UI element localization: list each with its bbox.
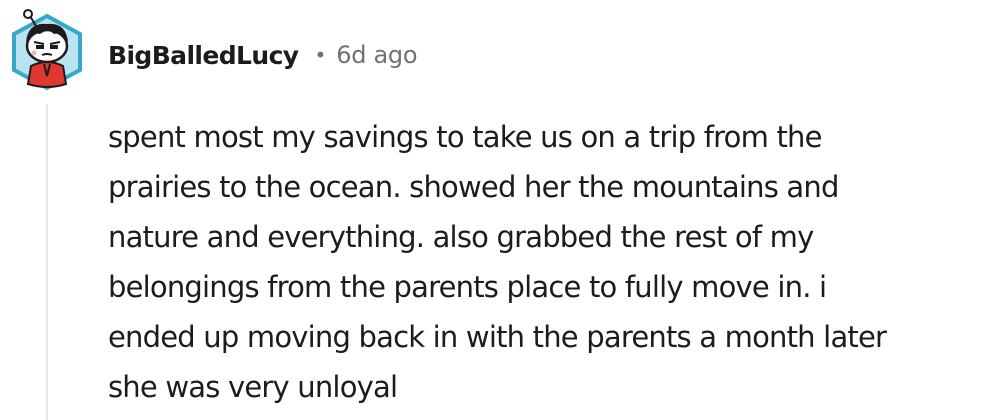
comment-body-line: nature and everything. also grabbed the … [108, 220, 814, 254]
thread-line[interactable] [46, 104, 48, 420]
timestamp-link[interactable]: 6d ago [336, 41, 417, 69]
comment-body-line: ended up moving back in with the parents… [108, 320, 887, 354]
meta-separator: • [314, 43, 327, 67]
username-link[interactable]: BigBalledLucy [108, 41, 299, 70]
comment: BigBalledLucy • 6d ago spent most my sav… [0, 0, 994, 420]
snoo-avatar-icon[interactable] [6, 8, 88, 92]
comment-body-line: spent most my savings to take us on a tr… [108, 120, 822, 154]
comment-body-line: she was very unloyal [108, 370, 398, 404]
comment-body: spent most my savings to take us on a tr… [108, 112, 988, 412]
comment-header: BigBalledLucy • 6d ago [108, 34, 418, 76]
comment-body-line: belongings from the parents place to ful… [108, 270, 827, 304]
comment-body-line: prairies to the ocean. showed her the mo… [108, 170, 839, 204]
